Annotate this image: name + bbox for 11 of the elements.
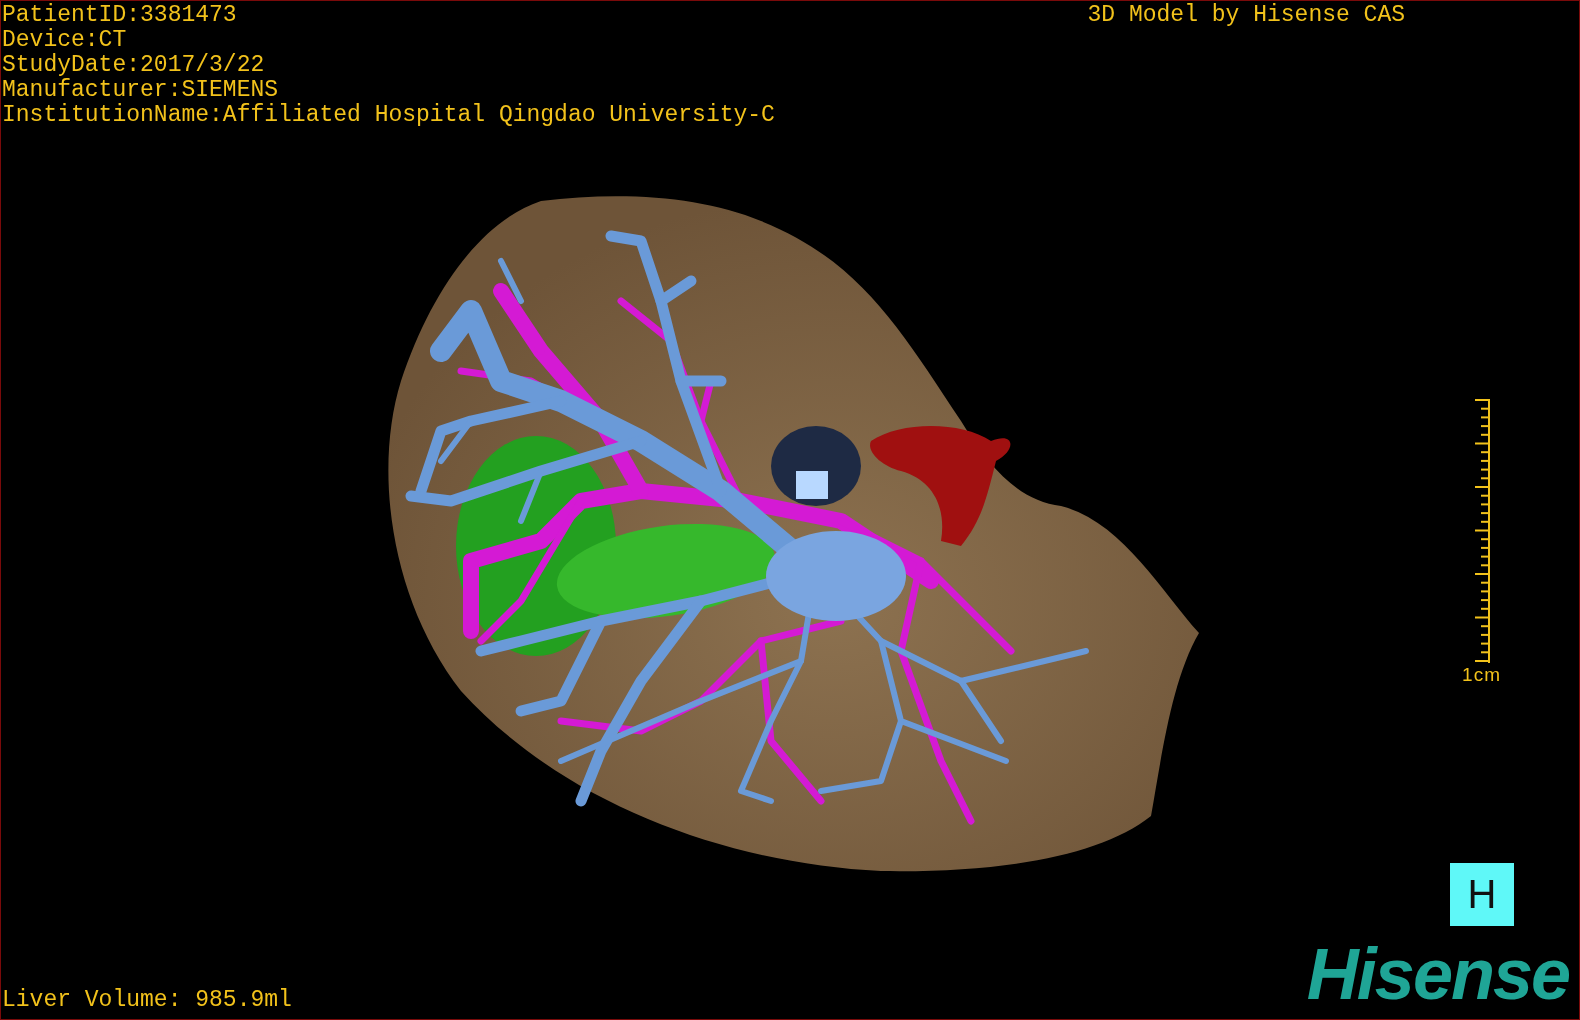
patient-info-text: InstitutionName:Affiliated Hospital Qingdao University-C [2,103,775,128]
scale-ruler-icon [1472,399,1491,663]
brand-logo: Hisense [1306,939,1570,1009]
liver-volume-text: Liver Volume: 985.9ml [1,988,292,1015]
patient-info-text: PatientID:3381473 [2,3,237,28]
model-credit-text: 3D Model by Hisense CAS [1087,3,1405,28]
patient-info-text: Device:CT [2,28,127,53]
scale-label: 1cm [1462,665,1501,685]
patient-info-text: StudyDate:2017/3/22 [2,53,265,78]
patient-info-text: Manufacturer:SIEMENS [2,78,279,103]
view-button[interactable]: H [1450,863,1514,926]
